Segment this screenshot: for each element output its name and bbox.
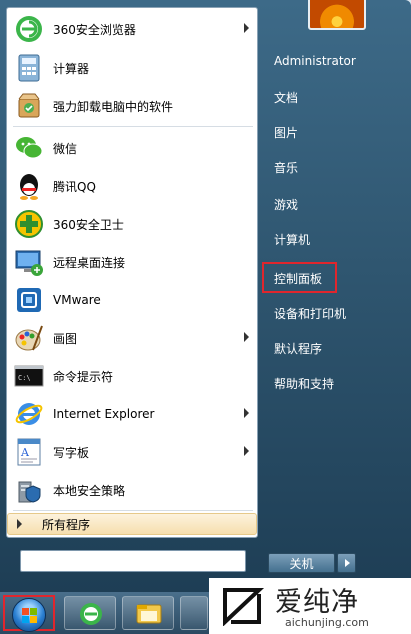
svg-text:A: A <box>20 446 30 459</box>
watermark-text: 爱纯净 <box>275 587 359 618</box>
program-label: 微信 <box>53 141 78 156</box>
folder-icon <box>136 604 162 624</box>
program-label: 画图 <box>53 331 78 346</box>
menu-item-music[interactable]: 音乐 <box>274 159 298 176</box>
program-item-ie[interactable]: Internet Explorer <box>11 396 253 432</box>
remote-desktop-icon <box>13 246 45 278</box>
start-button[interactable] <box>3 595 55 632</box>
ie-icon <box>13 398 45 430</box>
divider <box>13 126 253 127</box>
menu-item-pictures[interactable]: 图片 <box>274 124 298 141</box>
watermark: 爱纯净 aichunjing.com <box>209 578 411 634</box>
menu-item-computer[interactable]: 计算机 <box>274 231 310 248</box>
cmd-prompt-text: C:\ <box>18 374 31 382</box>
program-label: 远程桌面连接 <box>53 255 126 270</box>
menu-item-devices-printers[interactable]: 设备和打印机 <box>274 305 346 322</box>
program-list-pane: 360安全浏览器 计算器 强力卸载电脑中的软件 微信 腾讯QQ 360安全卫士 … <box>6 7 258 538</box>
taskbar-360-browser-button[interactable] <box>64 596 116 630</box>
program-label: 本地安全策略 <box>53 483 126 498</box>
all-programs-button[interactable]: 所有程序 <box>7 513 257 535</box>
program-item-paint[interactable]: 画图 <box>11 320 253 356</box>
program-label: 计算器 <box>53 61 90 76</box>
shutdown-options-button[interactable] <box>337 553 356 573</box>
uninstall-icon <box>13 90 45 122</box>
program-item-calculator[interactable]: 计算器 <box>11 50 253 86</box>
program-label: 写字板 <box>53 445 90 460</box>
cmd-icon: C:\ <box>13 360 45 392</box>
shutdown-button[interactable]: 关机 <box>268 553 335 573</box>
vmware-icon <box>13 284 45 316</box>
submenu-arrow-icon <box>244 23 249 33</box>
menu-item-documents[interactable]: 文档 <box>274 89 298 106</box>
program-item-uninstall[interactable]: 强力卸载电脑中的软件 <box>11 88 253 124</box>
program-item-360-safe[interactable]: 360安全卫士 <box>11 206 253 242</box>
menu-item-help-support[interactable]: 帮助和支持 <box>274 375 334 392</box>
program-item-qq[interactable]: 腾讯QQ <box>11 168 253 204</box>
taskbar-explorer-button[interactable] <box>122 596 174 630</box>
security-policy-icon <box>13 474 45 506</box>
program-label: 360安全卫士 <box>53 217 124 232</box>
360-safe-icon <box>13 208 45 240</box>
search-input[interactable] <box>20 550 246 572</box>
all-programs-label: 所有程序 <box>42 517 91 532</box>
program-item-security-policy[interactable]: 本地安全策略 <box>11 472 253 508</box>
submenu-arrow-icon <box>244 332 249 342</box>
windows-logo-icon <box>12 598 46 632</box>
program-item-remote-desktop[interactable]: 远程桌面连接 <box>11 244 253 280</box>
wordpad-icon: A <box>13 436 45 468</box>
control-panel-highlight <box>262 262 337 293</box>
calculator-icon <box>13 52 45 84</box>
program-item-wordpad[interactable]: A 写字板 <box>11 434 253 470</box>
aichunjing-logo-icon <box>223 588 265 626</box>
program-item-360-browser[interactable]: 360安全浏览器 <box>11 11 253 47</box>
menu-item-administrator[interactable]: Administrator <box>274 54 356 68</box>
paint-icon <box>13 322 45 354</box>
menu-item-default-programs[interactable]: 默认程序 <box>274 340 322 357</box>
program-item-vmware[interactable]: VMware <box>11 282 253 318</box>
program-item-cmd[interactable]: C:\ 命令提示符 <box>11 358 253 394</box>
submenu-arrow-icon <box>244 408 249 418</box>
360-browser-icon <box>80 603 102 625</box>
program-label: Internet Explorer <box>53 407 155 421</box>
program-item-wechat[interactable]: 微信 <box>11 130 253 166</box>
360-browser-icon <box>13 13 45 45</box>
expand-arrow-icon <box>17 519 22 529</box>
wechat-icon <box>13 132 45 164</box>
taskbar-app-button[interactable] <box>180 596 208 630</box>
program-label: 腾讯QQ <box>53 179 96 194</box>
start-menu: 360安全浏览器 计算器 强力卸载电脑中的软件 微信 腾讯QQ 360安全卫士 … <box>0 0 411 592</box>
qq-icon <box>13 170 45 202</box>
program-label: 强力卸载电脑中的软件 <box>53 99 174 114</box>
program-label: VMware <box>53 293 101 307</box>
chevron-right-icon <box>345 559 350 567</box>
user-avatar[interactable] <box>308 0 366 30</box>
watermark-url: aichunjing.com <box>285 616 369 629</box>
program-label: 360安全浏览器 <box>53 22 136 37</box>
divider <box>13 510 253 511</box>
menu-item-games[interactable]: 游戏 <box>274 196 298 213</box>
program-label: 命令提示符 <box>53 369 114 384</box>
submenu-arrow-icon <box>244 446 249 456</box>
